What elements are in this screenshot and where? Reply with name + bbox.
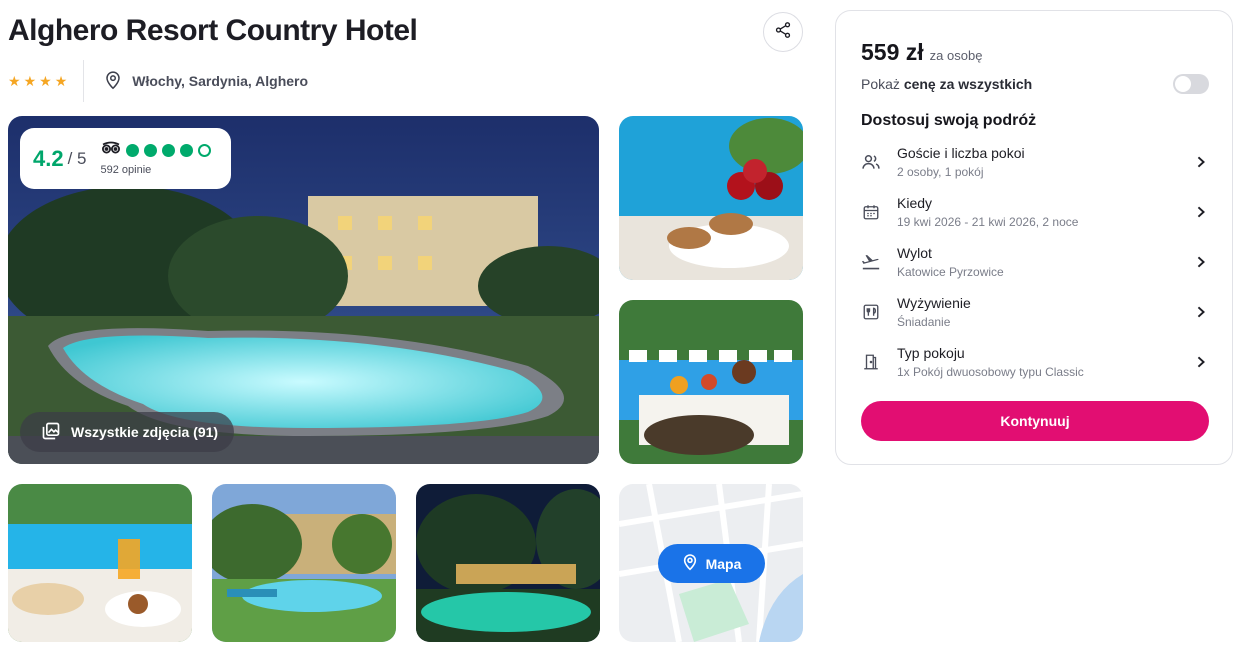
- photo-thumbnail[interactable]: [619, 116, 803, 280]
- option-label: Wylot: [897, 245, 932, 261]
- rating-bubble-filled: [179, 144, 193, 157]
- photo-thumbnail[interactable]: [619, 300, 803, 464]
- option-board[interactable]: Wyżywienie Śniadanie: [861, 290, 1209, 334]
- price-unit: za osobę: [929, 48, 983, 63]
- photo-thumbnail[interactable]: [212, 484, 396, 642]
- star-icon: ★: [8, 73, 21, 89]
- hotel-location[interactable]: Włochy, Sardynia, Alghero: [84, 70, 308, 93]
- rating-card[interactable]: 4.2 / 5 592 opinie: [20, 128, 231, 189]
- continue-button[interactable]: Kontynuuj: [861, 401, 1209, 441]
- rating-bubble-filled: [143, 144, 157, 157]
- star-icon: ★: [23, 73, 37, 89]
- option-dates[interactable]: Kiedy 19 kwi 2026 - 21 kwi 2026, 2 noce: [861, 190, 1209, 234]
- guests-icon: [861, 152, 881, 172]
- price-value: 559 zł: [861, 39, 924, 65]
- tripadvisor-owl-icon: [101, 141, 121, 160]
- plane-departure-icon: [861, 252, 881, 272]
- door-icon: [861, 352, 881, 372]
- tripadvisor-block: 592 opinie: [101, 141, 211, 176]
- total-price-toggle-label: Pokaż cenę za wszystkich: [861, 76, 1033, 92]
- hotel-stars: ★ ★ ★ ★: [8, 60, 85, 102]
- rating-bubble-filled: [125, 144, 139, 157]
- section-title: Dostosuj swoją podróż: [861, 112, 1037, 129]
- all-photos-button[interactable]: Wszystkie zdjęcia (91): [20, 412, 234, 452]
- gallery-icon: [41, 421, 61, 444]
- option-value: Śniadanie: [897, 315, 951, 329]
- option-departure[interactable]: Wylot Katowice Pyrzowice: [861, 240, 1209, 284]
- calendar-icon: [861, 202, 881, 222]
- location-pin-icon: [104, 70, 122, 93]
- chevron-right-icon: [1193, 354, 1209, 370]
- option-room-type[interactable]: Typ pokoju 1x Pokój dwuosobowy typu Clas…: [861, 340, 1209, 384]
- star-icon: ★: [54, 73, 68, 89]
- hotel-meta: ★ ★ ★ ★ Włochy, Sardynia, Alghero: [8, 60, 308, 102]
- option-value: 1x Pokój dwuosobowy typu Classic: [897, 365, 1084, 379]
- star-icon: ★: [39, 73, 52, 89]
- option-label: Kiedy: [897, 195, 933, 211]
- chevron-right-icon: [1193, 254, 1209, 270]
- map-label: Mapa: [705, 555, 742, 572]
- rating-score: 4.2: [33, 145, 64, 171]
- option-guests[interactable]: Goście i liczba pokoi 2 osoby, 1 pokój: [861, 140, 1209, 184]
- hotel-title: Alghero Resort Country Hotel: [8, 14, 418, 47]
- booking-panel: 559 zł za osobę Pokaż cenę za wszystkich…: [835, 10, 1233, 465]
- map-pin-icon: [682, 553, 698, 574]
- review-count: 592 opinie: [100, 164, 152, 176]
- photo-thumbnail[interactable]: [8, 484, 192, 642]
- meal-icon: [861, 302, 881, 322]
- option-label: Wyżywienie: [897, 295, 971, 311]
- share-icon: [774, 21, 792, 44]
- location-text: Włochy, Sardynia, Alghero: [132, 73, 309, 89]
- map-button[interactable]: Mapa: [658, 544, 765, 583]
- option-label: Typ pokoju: [897, 345, 965, 361]
- rating-bubble-empty: [197, 144, 211, 157]
- chevron-right-icon: [1193, 304, 1209, 320]
- chevron-right-icon: [1193, 204, 1209, 220]
- option-label: Goście i liczba pokoi: [897, 145, 1025, 161]
- photo-thumbnail[interactable]: [416, 484, 600, 642]
- option-value: Katowice Pyrzowice: [897, 265, 1004, 279]
- all-photos-label: Wszystkie zdjęcia (91): [71, 424, 219, 440]
- price-row: 559 zł za osobę: [861, 39, 982, 66]
- total-price-toggle-row: Pokaż cenę za wszystkich: [861, 74, 1209, 94]
- chevron-right-icon: [1193, 154, 1209, 170]
- rating-scale: / 5: [67, 148, 87, 168]
- option-value: 2 osoby, 1 pokój: [897, 165, 984, 179]
- option-value: 19 kwi 2026 - 21 kwi 2026, 2 noce: [897, 215, 1079, 229]
- rating-bubble-filled: [161, 144, 175, 157]
- share-button[interactable]: [763, 12, 803, 52]
- total-price-toggle[interactable]: [1173, 74, 1209, 94]
